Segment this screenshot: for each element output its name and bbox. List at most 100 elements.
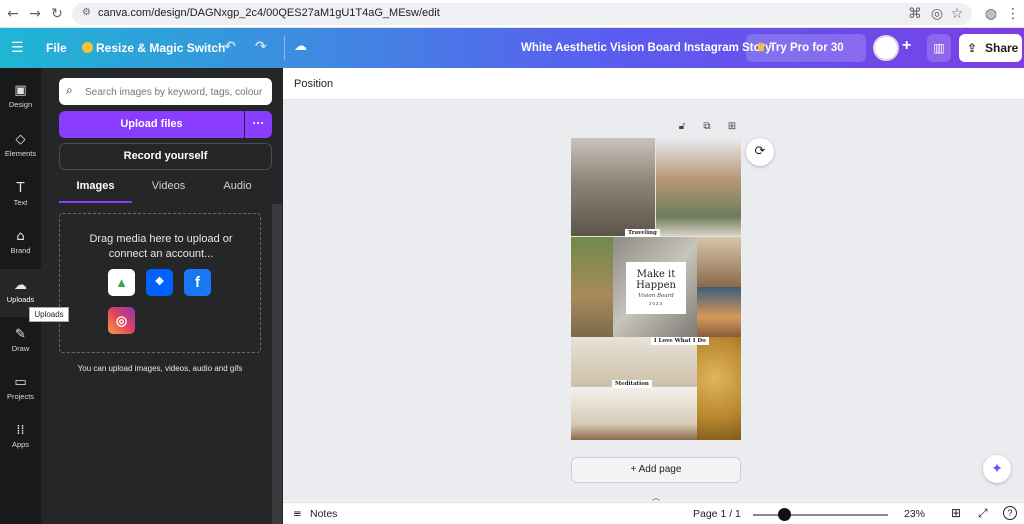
photo-woman[interactable]	[697, 237, 741, 287]
apps-grid-icon: ⁞⁞	[16, 423, 25, 438]
fullscreen-icon[interactable]: ⤢	[978, 506, 988, 521]
photo-garden[interactable]	[571, 237, 613, 337]
instagram-icon[interactable]: ◎	[108, 307, 135, 334]
search-input[interactable]	[85, 84, 267, 100]
grid-view-icon[interactable]: ⊞	[951, 506, 961, 520]
card-script-text: Vision Board	[638, 293, 674, 299]
bottom-bar: ≡ Notes Page 1 / 1 23% ⊞ ⤢ ?	[283, 502, 1024, 524]
lock-icon[interactable]: 🔓︎	[675, 120, 689, 134]
rail-item-text[interactable]: T Text	[0, 172, 41, 220]
label-i-love-what-i-do[interactable]: I Love What I Do	[651, 337, 709, 345]
google-drive-icon[interactable]: ▲	[108, 269, 135, 296]
site-info-icon[interactable]: ⚙	[82, 7, 91, 18]
zoom-level[interactable]: 23%	[904, 508, 925, 520]
photo-interior[interactable]	[571, 387, 697, 440]
comment-refresh-icon[interactable]: ⟳	[746, 138, 774, 166]
more-options-icon[interactable]: ···	[245, 111, 272, 138]
position-button[interactable]: Position	[294, 78, 333, 90]
dropzone-text: Drag media here to upload or connect an …	[89, 233, 233, 260]
tab-audio[interactable]: Audio	[201, 180, 274, 202]
rail-label: Projects	[6, 392, 35, 401]
add-collaborator-icon[interactable]: +	[902, 37, 911, 55]
rail-item-elements[interactable]: ◇ Elements	[0, 123, 41, 171]
extension-icon[interactable]: ◍	[982, 5, 1000, 23]
zoom-slider[interactable]	[753, 514, 888, 516]
search-box[interactable]: ⌕	[59, 78, 272, 105]
tab-videos[interactable]: Videos	[132, 180, 205, 202]
translate-icon[interactable]: ⌘	[906, 5, 924, 23]
chevron-up-icon[interactable]: ︿	[646, 494, 666, 502]
cloud-saved-icon[interactable]: ☁	[294, 39, 307, 54]
design-title[interactable]: White Aesthetic Vision Board Instagram S…	[521, 42, 772, 54]
label-meditation[interactable]: Meditation	[612, 380, 652, 388]
rail-item-design[interactable]: ▣ Design	[0, 74, 41, 122]
label-traveling[interactable]: Traveling	[625, 229, 660, 237]
page-indicator[interactable]: Page 1 / 1	[693, 508, 741, 520]
hamburger-menu-icon[interactable]: ☰	[11, 40, 24, 56]
context-toolbar: Position	[283, 68, 1024, 100]
share-label: Share	[985, 41, 1019, 55]
add-page-button[interactable]: + Add page	[571, 457, 741, 483]
uploads-panel: ⌕ Upload files ··· Record yourself Image…	[41, 68, 283, 524]
editor-topbar: ☰ File Resize & Magic Switch ↶ ↷ ☁ White…	[0, 28, 1024, 82]
facebook-icon[interactable]: f	[184, 269, 211, 296]
reload-icon[interactable]: ↻	[48, 5, 66, 23]
cloud-upload-icon: ☁	[14, 278, 27, 293]
rail-label: Apps	[11, 440, 30, 449]
vision-card[interactable]: Make it Happen Vision Board 2023	[626, 262, 686, 314]
upload-note: You can upload images, videos, audio and…	[77, 364, 243, 373]
resize-magic-switch-button[interactable]: Resize & Magic Switch	[96, 41, 225, 55]
photo-coins[interactable]	[697, 337, 741, 440]
rail-label: Brand	[10, 246, 31, 255]
photo-sunset[interactable]	[697, 287, 741, 337]
forward-arrow-icon[interactable]: →	[26, 5, 44, 23]
crown-icon	[82, 42, 93, 53]
upload-files-button[interactable]: Upload files	[59, 111, 244, 138]
rail-label: Design	[8, 100, 33, 109]
add-page-icon[interactable]: ⊞	[725, 120, 739, 134]
rail-item-apps[interactable]: ⁞⁞ Apps	[0, 414, 41, 462]
folder-icon: ▭	[14, 375, 27, 390]
divider	[284, 36, 285, 60]
try-pro-button[interactable]: ♛ Try Pro for 30 days	[746, 34, 866, 82]
bookmark-star-icon[interactable]: ☆	[948, 5, 966, 23]
rail-label: Uploads	[6, 295, 35, 304]
shapes-icon: ◇	[15, 132, 26, 147]
url-text[interactable]: canva.com/design/DAGNxgp_2c4/00QES27aM1g…	[98, 7, 440, 19]
tab-images[interactable]: Images	[59, 180, 132, 202]
active-tab-indicator	[59, 201, 132, 203]
panel-scrollbar[interactable]	[272, 204, 282, 524]
share-button[interactable]: ⇪ Share	[959, 34, 1022, 62]
notes-button[interactable]: Notes	[310, 508, 337, 520]
magic-sparkle-icon[interactable]: ✦	[983, 455, 1011, 483]
rail-item-draw[interactable]: ✎ Draw	[0, 318, 41, 366]
insights-chart-icon[interactable]: ▥	[927, 34, 951, 62]
file-menu[interactable]: File	[46, 41, 67, 55]
duplicate-icon[interactable]: ⧉	[700, 120, 714, 134]
upload-dropzone[interactable]: Drag media here to upload or connect an …	[59, 213, 261, 353]
brand-icon: ⌂	[16, 229, 25, 244]
rail-item-brand[interactable]: ⌂ Brand	[0, 220, 41, 268]
back-arrow-icon[interactable]: ←	[4, 5, 22, 23]
design-page[interactable]: Traveling I Love What I Do Meditation Ma…	[571, 138, 741, 440]
crown-icon: ♛	[756, 42, 767, 54]
browser-toolbar: ← → ↻ ⚙ canva.com/design/DAGNxgp_2c4/00Q…	[0, 0, 1024, 28]
redo-icon[interactable]: ↷	[255, 39, 267, 55]
layout-icon: ▣	[14, 83, 27, 98]
photo-paris[interactable]	[571, 138, 655, 236]
notes-icon[interactable]: ≡	[293, 508, 302, 520]
browser-menu-icon[interactable]: ⋮	[1004, 5, 1022, 23]
zoom-slider-handle[interactable]	[777, 508, 791, 521]
avatar[interactable]	[873, 35, 899, 61]
dropbox-icon[interactable]: ❖	[146, 269, 173, 296]
undo-icon[interactable]: ↶	[224, 39, 236, 55]
help-icon[interactable]: ?	[1003, 506, 1017, 520]
record-yourself-button[interactable]: Record yourself	[59, 143, 272, 170]
eye-off-icon[interactable]: ◎	[928, 5, 946, 23]
rail-label: Text	[13, 198, 28, 207]
card-title-line2: Happen	[636, 280, 676, 291]
card-title-line1: Make it	[636, 269, 676, 280]
share-upload-icon: ⇪	[967, 41, 978, 55]
rail-item-projects[interactable]: ▭ Projects	[0, 366, 41, 414]
photo-house[interactable]	[656, 138, 741, 236]
